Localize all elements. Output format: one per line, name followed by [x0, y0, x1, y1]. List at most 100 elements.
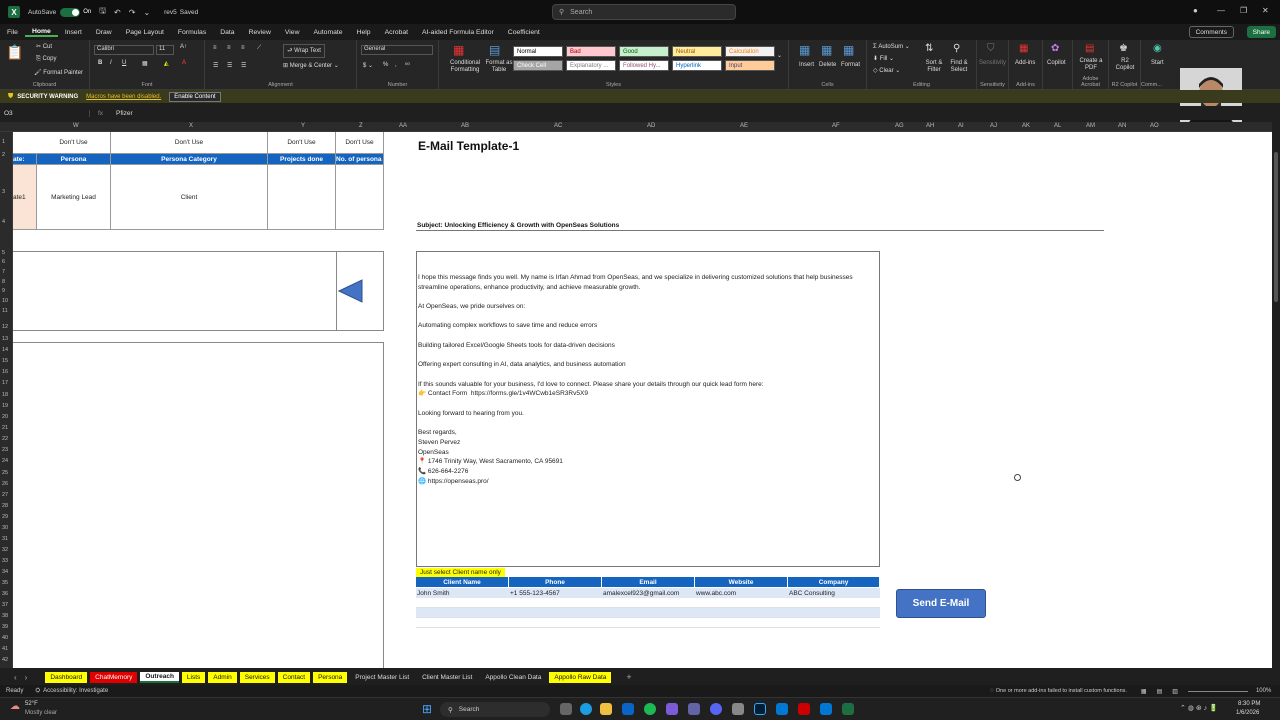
row-header[interactable]: 21: [2, 425, 8, 431]
projects-done-value-cell[interactable]: [268, 165, 336, 230]
bold-icon[interactable]: B: [98, 60, 102, 66]
row-header[interactable]: 32: [2, 547, 8, 553]
menu-tab-coefficient[interactable]: Coefficient: [501, 29, 547, 36]
cell-style-input[interactable]: Input: [725, 60, 775, 71]
sheet-tab-outreach[interactable]: Outreach: [140, 671, 179, 683]
cut-button[interactable]: ✂ Cut: [36, 43, 52, 50]
acrobat-icon[interactable]: [798, 703, 810, 715]
menu-tab-view[interactable]: View: [278, 29, 307, 36]
menu-tab-review[interactable]: Review: [242, 29, 278, 36]
save-icon[interactable]: 🖫: [99, 5, 106, 19]
outlook-icon[interactable]: [622, 703, 634, 715]
undo-icon[interactable]: ↶: [114, 8, 121, 17]
no-of-persona-value-cell[interactable]: [336, 165, 384, 230]
accessibility-status[interactable]: Accessibility: Investigate: [43, 688, 108, 694]
discord-icon[interactable]: [710, 703, 722, 715]
sort-filter-icon[interactable]: ⇅: [925, 43, 933, 54]
sheet-tab-client-master-list[interactable]: Client Master List: [417, 672, 477, 683]
photoshop-icon[interactable]: [754, 703, 766, 715]
row-header[interactable]: 2: [2, 152, 5, 158]
menu-tab-draw[interactable]: Draw: [89, 29, 119, 36]
r2-copilot-button[interactable]: R2 Copilot: [1113, 58, 1137, 72]
row-header[interactable]: 23: [2, 447, 8, 453]
row-header[interactable]: 7: [2, 269, 5, 275]
page-layout-icon[interactable]: ▤: [1157, 688, 1163, 695]
search-box[interactable]: ⚲ Search: [552, 4, 736, 20]
clock-time[interactable]: 8:30 PM: [1238, 701, 1260, 707]
align-right-icon[interactable]: ☰: [241, 62, 246, 69]
row-header[interactable]: 4: [2, 219, 5, 225]
cell-blank[interactable]: [13, 132, 37, 154]
file-explorer-icon[interactable]: [600, 703, 612, 715]
email-body-textbox[interactable]: I hope this message finds you well. My n…: [416, 251, 880, 567]
row-header[interactable]: 20: [2, 414, 8, 420]
cell-style-calculation[interactable]: Calculation: [725, 46, 775, 57]
format-table-icon[interactable]: ▤: [489, 43, 500, 57]
column-header[interactable]: AH: [926, 123, 934, 129]
client-table-empty-row[interactable]: [416, 608, 880, 618]
security-warning-message[interactable]: Macros have been disabled.: [86, 94, 161, 100]
restore-icon[interactable]: ❐: [1240, 6, 1247, 15]
cell-style-normal[interactable]: Normal: [513, 46, 563, 57]
format-painter-button[interactable]: 🖌 Format Painter: [34, 69, 83, 76]
sheet-tab-admin[interactable]: Admin: [208, 671, 237, 683]
cell-style-check-cell[interactable]: Check Cell: [513, 60, 563, 71]
tab-scroll-left-icon[interactable]: ‹: [14, 673, 17, 682]
normal-view-icon[interactable]: ▦: [1141, 688, 1147, 695]
sheet-tab-dashboard[interactable]: Dashboard: [45, 671, 88, 683]
addins-icon[interactable]: ▦: [1019, 43, 1028, 54]
delete-icon[interactable]: ▦: [821, 43, 832, 57]
header-cell[interactable]: ate:: [13, 154, 37, 165]
conditional-formatting-button[interactable]: Conditional Formatting: [443, 60, 487, 74]
row-header[interactable]: 12: [2, 324, 8, 330]
copy-button[interactable]: ⎘ Copy: [36, 56, 56, 63]
cell-style-bad[interactable]: Bad: [566, 46, 616, 57]
client-table-empty-row[interactable]: [416, 598, 880, 608]
app-icon[interactable]: [688, 703, 700, 715]
windows-start-icon[interactable]: ⊞: [422, 702, 432, 716]
merge-center-button[interactable]: ⊞ Merge & Center ⌄: [283, 62, 339, 69]
row-header[interactable]: 6: [2, 259, 5, 265]
cell-style-neutral[interactable]: Neutral: [672, 46, 722, 57]
align-left-icon[interactable]: ☰: [213, 62, 218, 69]
comments-button[interactable]: Comments: [1188, 26, 1234, 38]
client-table-cell[interactable]: John Smith: [416, 588, 509, 598]
start-icon[interactable]: ◉: [1153, 43, 1162, 54]
row-header[interactable]: 29: [2, 514, 8, 520]
row-header[interactable]: 11: [2, 308, 8, 314]
format-button[interactable]: Format: [841, 62, 860, 68]
back-arrow-icon[interactable]: [338, 279, 364, 303]
sheet-tab-persona[interactable]: Persona: [313, 671, 348, 683]
format-icon[interactable]: ▦: [843, 43, 854, 57]
client-table-header-company[interactable]: Company: [788, 577, 880, 587]
clock-date[interactable]: 1/6/2026: [1236, 710, 1259, 716]
row-header[interactable]: 18: [2, 392, 8, 398]
row-header[interactable]: 34: [2, 569, 8, 575]
persona-value-cell[interactable]: Marketing Lead: [37, 165, 111, 230]
client-table-cell[interactable]: +1 555-123-4567: [509, 588, 602, 598]
row-header[interactable]: 28: [2, 503, 8, 509]
row-header[interactable]: 37: [2, 602, 8, 608]
create-pdf-icon[interactable]: ▤: [1085, 43, 1094, 54]
conditional-formatting-icon[interactable]: ▦: [453, 43, 464, 57]
align-bottom-icon[interactable]: ≡: [241, 45, 245, 51]
autosum-button[interactable]: Σ AutoSum ⌄: [873, 43, 910, 50]
sheet-tab-appollo-clean-data[interactable]: Appollo Clean Data: [480, 672, 546, 683]
start-button[interactable]: Start: [1151, 60, 1164, 66]
close-icon[interactable]: ✕: [1262, 6, 1269, 15]
excel-taskbar-icon[interactable]: [842, 703, 854, 715]
zoom-slider[interactable]: [1187, 690, 1248, 692]
sheet-tab-lists[interactable]: Lists: [181, 671, 206, 683]
page-break-icon[interactable]: ▥: [1172, 688, 1178, 695]
row-header[interactable]: 5: [2, 250, 5, 256]
column-header[interactable]: W: [73, 123, 79, 129]
menu-tab-data[interactable]: Data: [213, 29, 241, 36]
spotify-icon[interactable]: [644, 703, 656, 715]
client-table-cell[interactable]: amalexcel923@gmail.com: [602, 588, 695, 598]
styles-more-icon[interactable]: ⌄: [777, 52, 782, 59]
r2-copilot-icon[interactable]: ♚: [1119, 43, 1128, 54]
percent-icon[interactable]: %: [383, 62, 388, 68]
row-header[interactable]: 41: [2, 646, 8, 652]
app-icon[interactable]: [820, 703, 832, 715]
teams-icon[interactable]: [666, 703, 678, 715]
